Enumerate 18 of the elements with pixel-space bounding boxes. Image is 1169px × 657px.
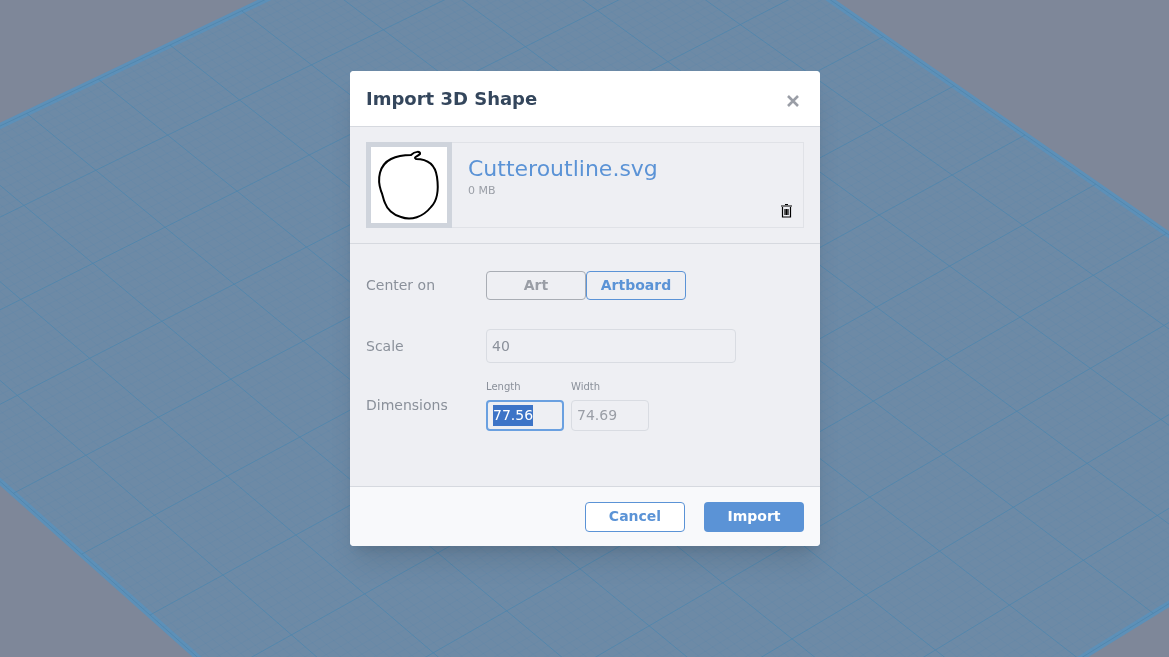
field-label: Center on bbox=[366, 275, 436, 295]
field-label: Scale bbox=[366, 336, 405, 356]
field-label: Dimensions bbox=[366, 396, 449, 415]
scale-field[interactable]: 40 bbox=[486, 329, 736, 363]
trash-icon[interactable] bbox=[781, 204, 792, 218]
segment-button[interactable]: Art bbox=[486, 270, 586, 300]
cancel-button[interactable]: Cancel bbox=[585, 501, 685, 532]
dialog-title: Import 3D Shape bbox=[366, 87, 538, 111]
dimension-field[interactable]: 74.69 bbox=[571, 400, 649, 431]
field-caption: Width bbox=[571, 380, 602, 394]
dimension-field[interactable]: 77.56 bbox=[486, 400, 564, 431]
file-size: 0 MB bbox=[468, 183, 497, 199]
close-icon[interactable] bbox=[786, 93, 800, 108]
segment-button[interactable]: Artboard bbox=[586, 270, 686, 300]
field-caption: Length bbox=[486, 380, 522, 394]
file-name: Cutteroutline.svg bbox=[468, 155, 659, 183]
import-button[interactable]: Import bbox=[704, 501, 804, 532]
outline-thumbnail-icon bbox=[371, 147, 447, 223]
